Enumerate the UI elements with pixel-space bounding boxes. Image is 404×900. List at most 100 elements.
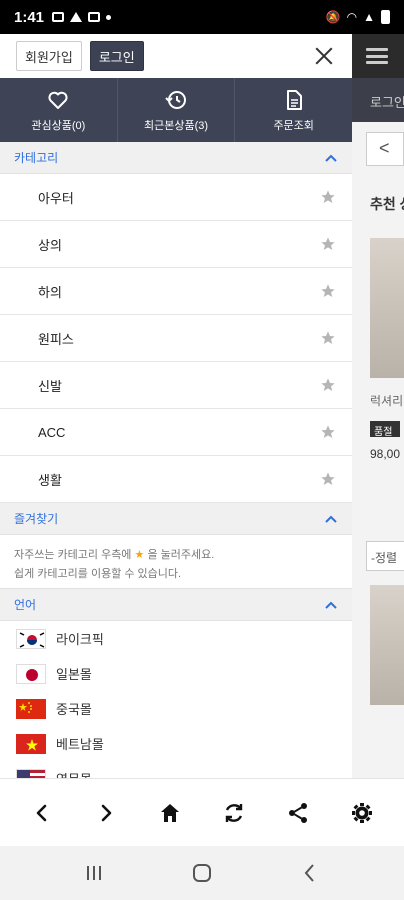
- system-back-button[interactable]: [290, 853, 330, 893]
- login-button[interactable]: 로그인: [89, 41, 144, 71]
- order-lookup-link[interactable]: 주문조회: [235, 78, 352, 142]
- china-flag-icon: [16, 698, 46, 719]
- language-label: 일본몰: [56, 667, 92, 682]
- alert-icon: [70, 12, 83, 22]
- forward-button[interactable]: [86, 793, 126, 833]
- category-label: ACC: [38, 424, 66, 440]
- category-item[interactable]: ACC: [0, 409, 352, 456]
- language-item[interactable]: 영문몰: [0, 761, 352, 778]
- language-item[interactable]: 중국몰: [0, 691, 352, 726]
- back-arrow-icon: [304, 864, 314, 882]
- star-icon[interactable]: [320, 471, 336, 487]
- star-icon[interactable]: [320, 330, 336, 346]
- category-list: 아우터 상의 하의 원피스 신발 ACC 생활: [0, 174, 352, 503]
- home-icon: [161, 803, 179, 822]
- language-list: 라이크픽 일본몰 중국몰 베트남몰 영문몰: [0, 621, 352, 778]
- order-lookup-label: 주문조회: [273, 119, 314, 132]
- signal-icon: ▲: [363, 10, 375, 24]
- share-button[interactable]: [278, 793, 318, 833]
- settings-button[interactable]: [342, 793, 382, 833]
- document-icon: [286, 89, 302, 110]
- drawer-header: 회원가입 로그인: [0, 34, 352, 78]
- star-icon[interactable]: [320, 189, 336, 205]
- category-item[interactable]: 신발: [0, 362, 352, 409]
- language-label: 중국몰: [56, 702, 92, 717]
- chevron-up-icon[interactable]: [324, 598, 338, 612]
- refresh-button[interactable]: [214, 793, 254, 833]
- category-item[interactable]: 생활: [0, 456, 352, 503]
- system-home-button[interactable]: [182, 853, 222, 893]
- dot-icon: [106, 14, 112, 20]
- browser-toolbar: [0, 778, 404, 846]
- category-label: 신발: [38, 378, 62, 394]
- close-icon[interactable]: [312, 44, 336, 68]
- history-icon: [165, 90, 186, 109]
- chevron-left-icon: [36, 804, 47, 821]
- recent-apps-button[interactable]: [74, 853, 114, 893]
- product-image-2[interactable]: [370, 585, 404, 705]
- language-item[interactable]: 라이크픽: [0, 621, 352, 656]
- wifi-icon: ◠: [346, 10, 358, 24]
- star-icon[interactable]: [320, 236, 336, 252]
- status-time: 1:41: [14, 8, 45, 26]
- quick-links: 관심상품(0) 최근본상품(3) 주문조회: [0, 78, 352, 142]
- language-item[interactable]: 일본몰: [0, 656, 352, 691]
- background-back-button[interactable]: <: [366, 132, 404, 166]
- recent-products-link[interactable]: 최근본상품(3): [118, 78, 236, 142]
- usa-flag-icon: [16, 768, 46, 778]
- product-image[interactable]: [370, 238, 404, 378]
- notification-icon: [88, 12, 101, 22]
- background-nav[interactable]: 로그인: [352, 78, 404, 122]
- japan-flag-icon: [16, 663, 46, 684]
- mute-icon: 🔕: [325, 10, 341, 24]
- heart-icon: [48, 91, 68, 109]
- battery-icon: [381, 10, 390, 24]
- menu-icon[interactable]: [366, 48, 388, 64]
- language-title: 언어: [14, 598, 37, 612]
- language-label: 영문몰: [56, 769, 92, 778]
- category-item[interactable]: 하의: [0, 268, 352, 315]
- soldout-badge: 품절: [370, 421, 400, 438]
- category-title: 카테고리: [14, 151, 59, 165]
- favorites-section-header[interactable]: 즐겨찾기: [0, 503, 352, 535]
- system-nav-bar: [0, 846, 404, 900]
- wishlist-label: 관심상품(0): [31, 119, 86, 132]
- star-icon[interactable]: [320, 283, 336, 299]
- chevron-up-icon[interactable]: [324, 151, 338, 165]
- category-label: 아우터: [38, 190, 74, 206]
- category-item[interactable]: 원피스: [0, 315, 352, 362]
- back-button[interactable]: [22, 793, 62, 833]
- favorites-help-text: 자주쓰는 카테고리 우측에 ★ 을 눌러주세요. 쉽게 카테고리를 이용할 수 …: [0, 535, 352, 589]
- language-label: 베트남몰: [56, 737, 104, 752]
- category-item[interactable]: 아우터: [0, 174, 352, 221]
- background-page: 로그인 < 추천 상 럭셔리 품절 98,00 -정렬: [352, 34, 404, 778]
- language-item[interactable]: 베트남몰: [0, 726, 352, 761]
- language-label: 라이크픽: [56, 632, 104, 647]
- refresh-icon: [225, 803, 243, 822]
- star-icon: ★: [134, 549, 145, 561]
- home-button[interactable]: [150, 793, 190, 833]
- home-circle-icon: [193, 864, 211, 882]
- join-button[interactable]: 회원가입: [16, 41, 82, 71]
- category-label: 원피스: [38, 331, 74, 347]
- category-item[interactable]: 상의: [0, 221, 352, 268]
- wishlist-link[interactable]: 관심상품(0): [0, 78, 118, 142]
- recent-products-label: 최근본상품(3): [143, 119, 209, 132]
- star-icon[interactable]: [320, 377, 336, 393]
- category-label: 생활: [38, 472, 62, 488]
- status-bar: 1:41 🔕 ◠ ▲: [0, 0, 404, 34]
- product-name[interactable]: 럭셔리: [370, 392, 404, 409]
- share-icon: [289, 802, 307, 823]
- recent-apps-icon: [87, 866, 101, 880]
- gear-icon: [352, 802, 372, 823]
- recommend-title: 추천 상: [370, 196, 404, 212]
- product-price: 98,00: [370, 447, 401, 461]
- side-drawer: 회원가입 로그인 관심상품(0) 최근본상품(3) 주문조회 카테고리 아우터 …: [0, 34, 352, 778]
- vietnam-flag-icon: [16, 733, 46, 754]
- star-icon[interactable]: [320, 424, 336, 440]
- category-section-header[interactable]: 카테고리: [0, 142, 352, 174]
- chevron-up-icon[interactable]: [324, 512, 338, 526]
- sort-select[interactable]: -정렬: [366, 541, 404, 571]
- language-section-header[interactable]: 언어: [0, 589, 352, 621]
- gallery-icon: [52, 12, 65, 22]
